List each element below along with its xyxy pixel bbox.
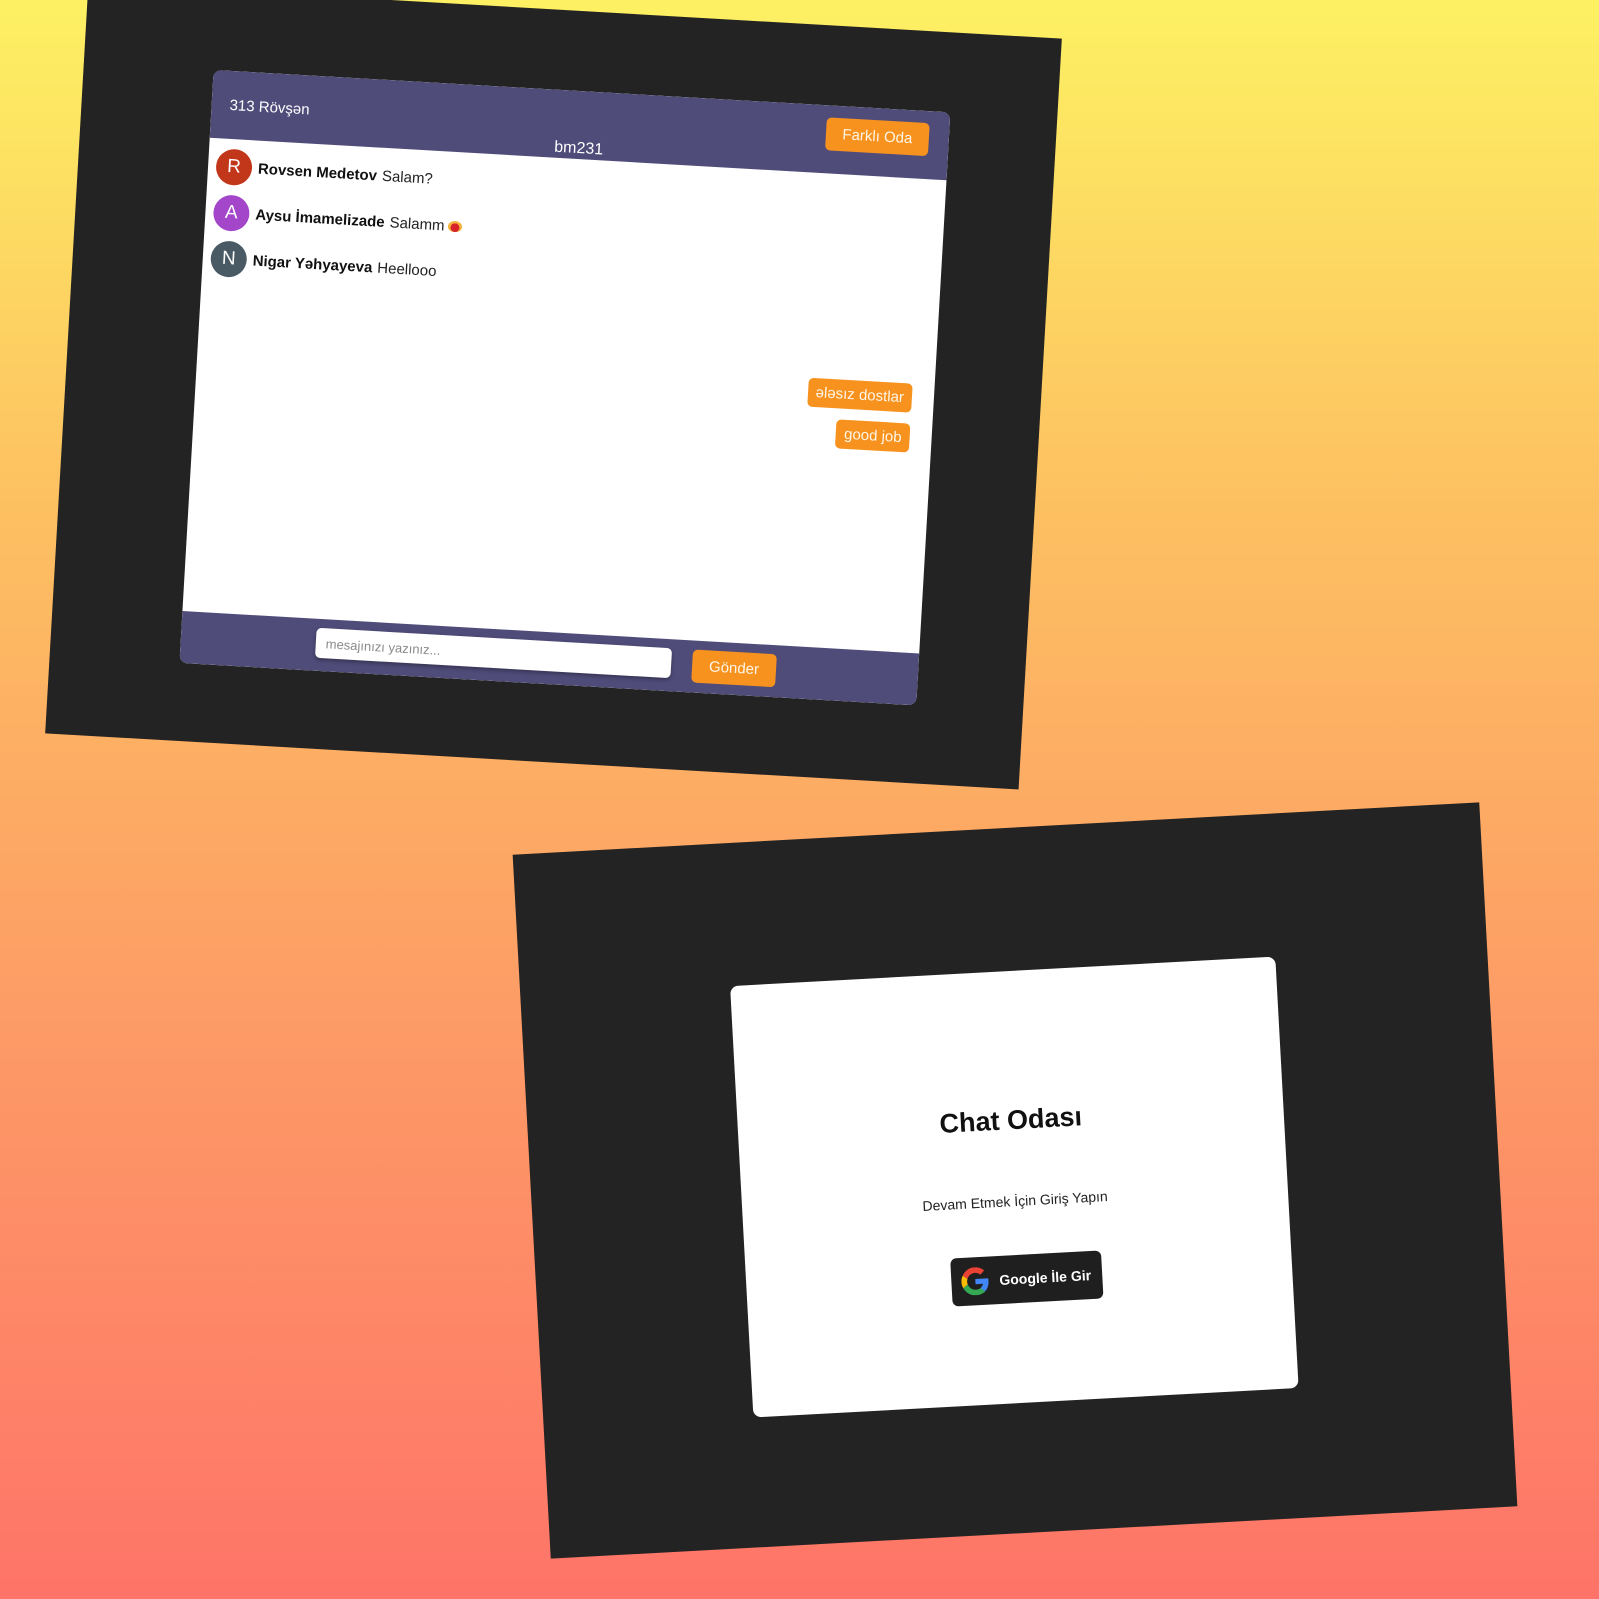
- message-input[interactable]: [314, 627, 673, 679]
- change-room-button[interactable]: Farklı Oda: [825, 117, 930, 157]
- message-item: R Rovsen Medetov Salam?: [215, 148, 434, 196]
- google-icon: [961, 1267, 989, 1296]
- message-item: A Aysu İmamelizade Salamm: [212, 194, 462, 244]
- message-text: Salamm: [389, 213, 446, 234]
- own-message-bubble: ələsız dostlar: [806, 377, 913, 413]
- chat-screenshot: 313 Rövşən bm231 Farklı Oda R Rovsen Med…: [45, 0, 1062, 790]
- message-list: R Rovsen Medetov Salam? A Aysu İmameliza…: [182, 138, 946, 654]
- avatar: N: [209, 240, 248, 279]
- google-login-label: Google İle Gir: [998, 1267, 1092, 1288]
- kiss-emoji-icon: [447, 220, 462, 232]
- login-subtitle: Devam Etmek İçin Giriş Yapın: [922, 1188, 1109, 1215]
- message-sender: Nigar Yəhyayeva: [252, 251, 373, 276]
- login-card: Chat Odası Devam Etmek İçin Giriş Yapın …: [730, 956, 1299, 1418]
- own-message-bubble: good job: [835, 419, 911, 453]
- login-title: Chat Odası: [938, 1101, 1083, 1139]
- avatar: A: [212, 194, 251, 233]
- message-item: N Nigar Yəhyayeva Heellooo: [209, 240, 438, 289]
- login-screenshot: Chat Odası Devam Etmek İçin Giriş Yapın …: [512, 802, 1518, 1559]
- chat-window: 313 Rövşən bm231 Farklı Oda R Rovsen Med…: [179, 69, 951, 706]
- avatar: R: [215, 148, 254, 187]
- message-text: Heellooo: [376, 259, 437, 280]
- google-login-button[interactable]: Google İle Gir: [950, 1250, 1104, 1307]
- send-button[interactable]: Gönder: [691, 649, 777, 688]
- current-user-label: 313 Rövşən: [229, 96, 311, 119]
- message-sender: Rovsen Medetov: [257, 160, 378, 184]
- message-sender: Aysu İmamelizade: [254, 206, 386, 231]
- message-text: Salam?: [381, 167, 434, 188]
